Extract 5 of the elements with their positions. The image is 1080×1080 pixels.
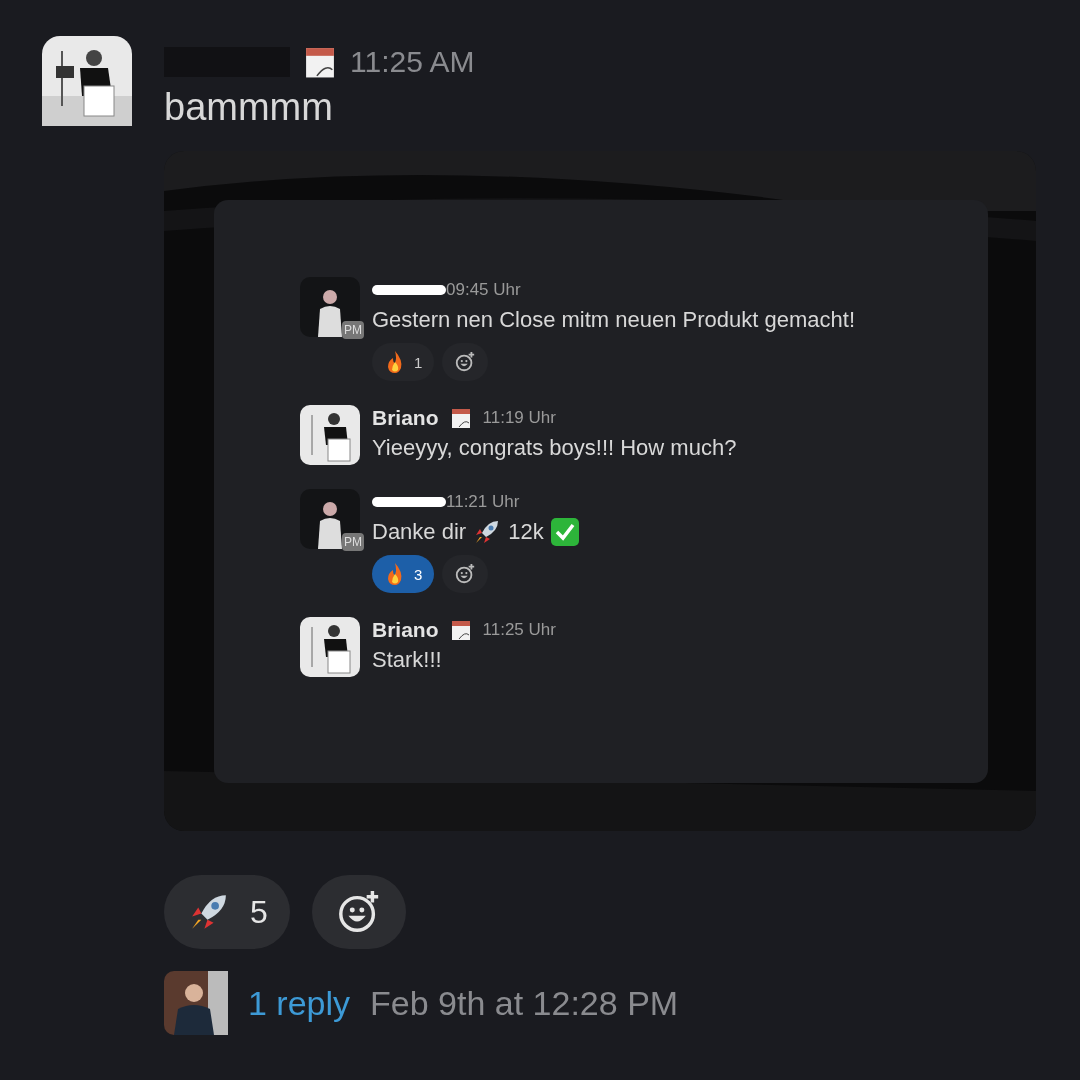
replies-link[interactable]: 1 reply xyxy=(248,983,351,1023)
last-reply-time: Feb 9th at 12:28 PM xyxy=(370,983,679,1023)
reaction-button[interactable]: 5 xyxy=(164,875,290,949)
message-text: bammmm xyxy=(164,86,334,129)
message-time: 11:25 AM xyxy=(350,45,475,79)
